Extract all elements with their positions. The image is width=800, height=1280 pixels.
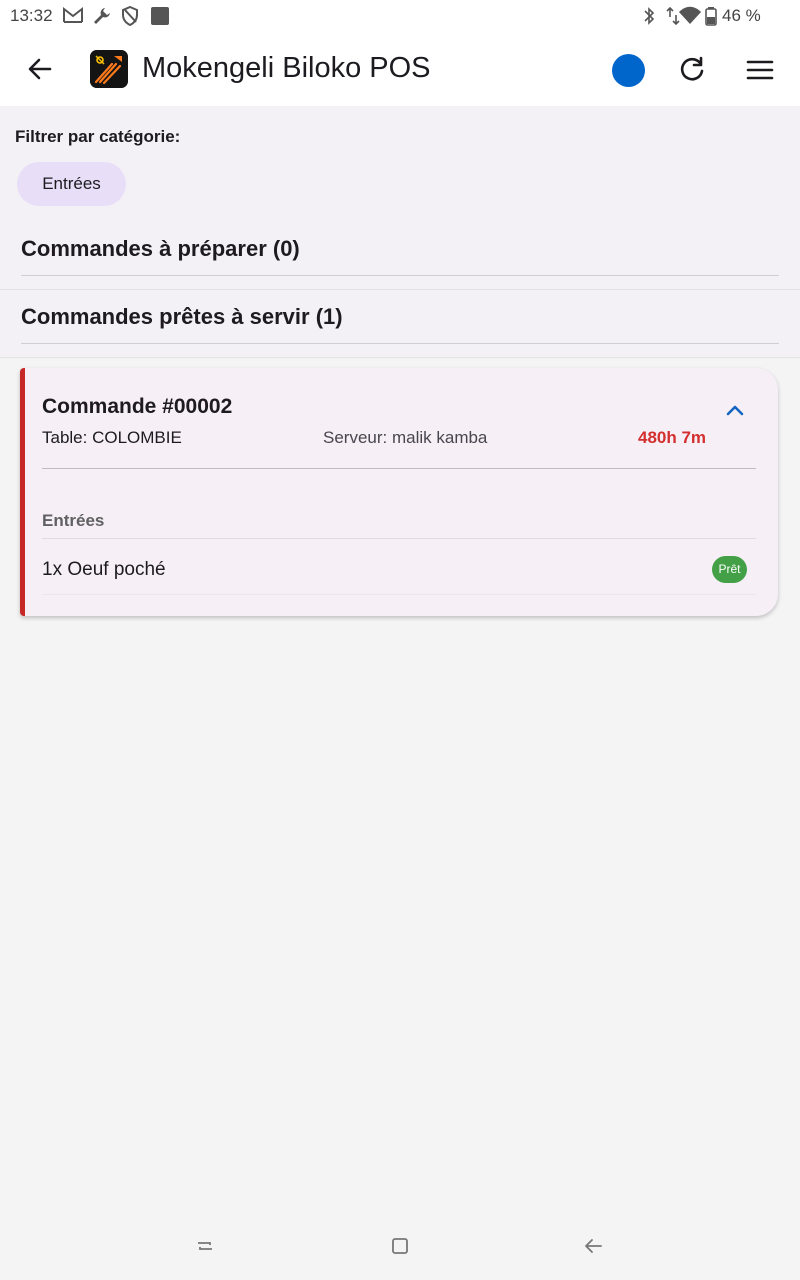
- section-ready-to-serve[interactable]: Commandes prêtes à servir (1): [21, 292, 779, 344]
- battery-percentage: 46 %: [722, 6, 761, 25]
- chevron-up-icon[interactable]: [723, 398, 747, 422]
- square-notification-icon: [151, 7, 169, 25]
- connection-status-indicator[interactable]: [612, 54, 645, 87]
- section-divider: [0, 289, 800, 290]
- section-to-prepare[interactable]: Commandes à préparer (0): [21, 224, 779, 276]
- refresh-icon[interactable]: [674, 52, 710, 88]
- card-divider: [42, 468, 756, 469]
- home-icon[interactable]: [388, 1234, 412, 1258]
- back-arrow-icon[interactable]: [20, 49, 60, 89]
- order-item-row[interactable]: 1x Oeuf poché Prêt: [42, 539, 756, 595]
- gmail-icon: [63, 6, 83, 23]
- order-category-label: Entrées: [42, 511, 105, 530]
- hamburger-menu-icon[interactable]: [742, 52, 778, 88]
- fork-knife-logo-icon: [90, 50, 128, 88]
- order-server: Serveur: malik kamba: [323, 428, 488, 447]
- recents-icon[interactable]: [193, 1234, 217, 1258]
- shield-icon: [122, 6, 138, 26]
- order-elapsed-time: 480h 7m: [638, 428, 707, 447]
- section-title: Commandes à préparer (0): [21, 236, 300, 261]
- order-card[interactable]: Commande #00002 Table: COLOMBIE Serveur:…: [20, 368, 778, 616]
- system-navigation-bar: [0, 1212, 800, 1280]
- filter-label: Filtrer par catégorie:: [15, 127, 181, 146]
- order-title: Commande #00002: [42, 395, 233, 418]
- status-bar: 13:32 46 %: [0, 0, 800, 32]
- battery-icon: [705, 7, 717, 26]
- section-divider: [0, 357, 800, 358]
- app-title: Mokengeli Biloko POS: [142, 52, 431, 84]
- order-item-text: 1x Oeuf poché: [42, 559, 166, 580]
- section-title: Commandes prêtes à servir (1): [21, 304, 343, 329]
- clock: 13:32: [10, 6, 53, 25]
- order-table: Table: COLOMBIE: [42, 428, 182, 447]
- main-content: Filtrer par catégorie: Entrées Commandes…: [0, 106, 800, 1212]
- wrench-icon: [94, 8, 110, 24]
- back-icon[interactable]: [581, 1234, 605, 1258]
- category-chip-entrees[interactable]: Entrées: [17, 162, 126, 206]
- app-bar: Mokengeli Biloko POS: [0, 32, 800, 106]
- bluetooth-icon: [644, 7, 655, 25]
- app-logo: [90, 50, 128, 88]
- item-status-badge: Prêt: [712, 556, 747, 583]
- wifi-icon: [679, 6, 701, 24]
